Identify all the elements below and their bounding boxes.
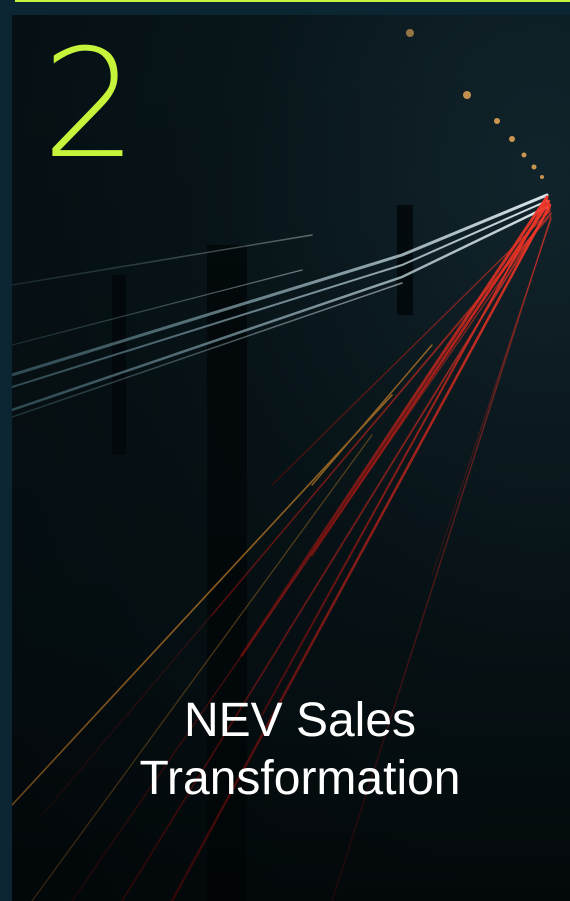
section-divider-card: 2 NEV Sales Transformation bbox=[0, 0, 570, 901]
accent-top-rule bbox=[15, 0, 570, 2]
section-title: NEV Sales Transformation bbox=[70, 692, 530, 808]
section-title-line-2: Transformation bbox=[139, 752, 461, 805]
section-number: 2 bbox=[42, 18, 137, 192]
section-title-line-1: NEV Sales bbox=[183, 694, 417, 747]
